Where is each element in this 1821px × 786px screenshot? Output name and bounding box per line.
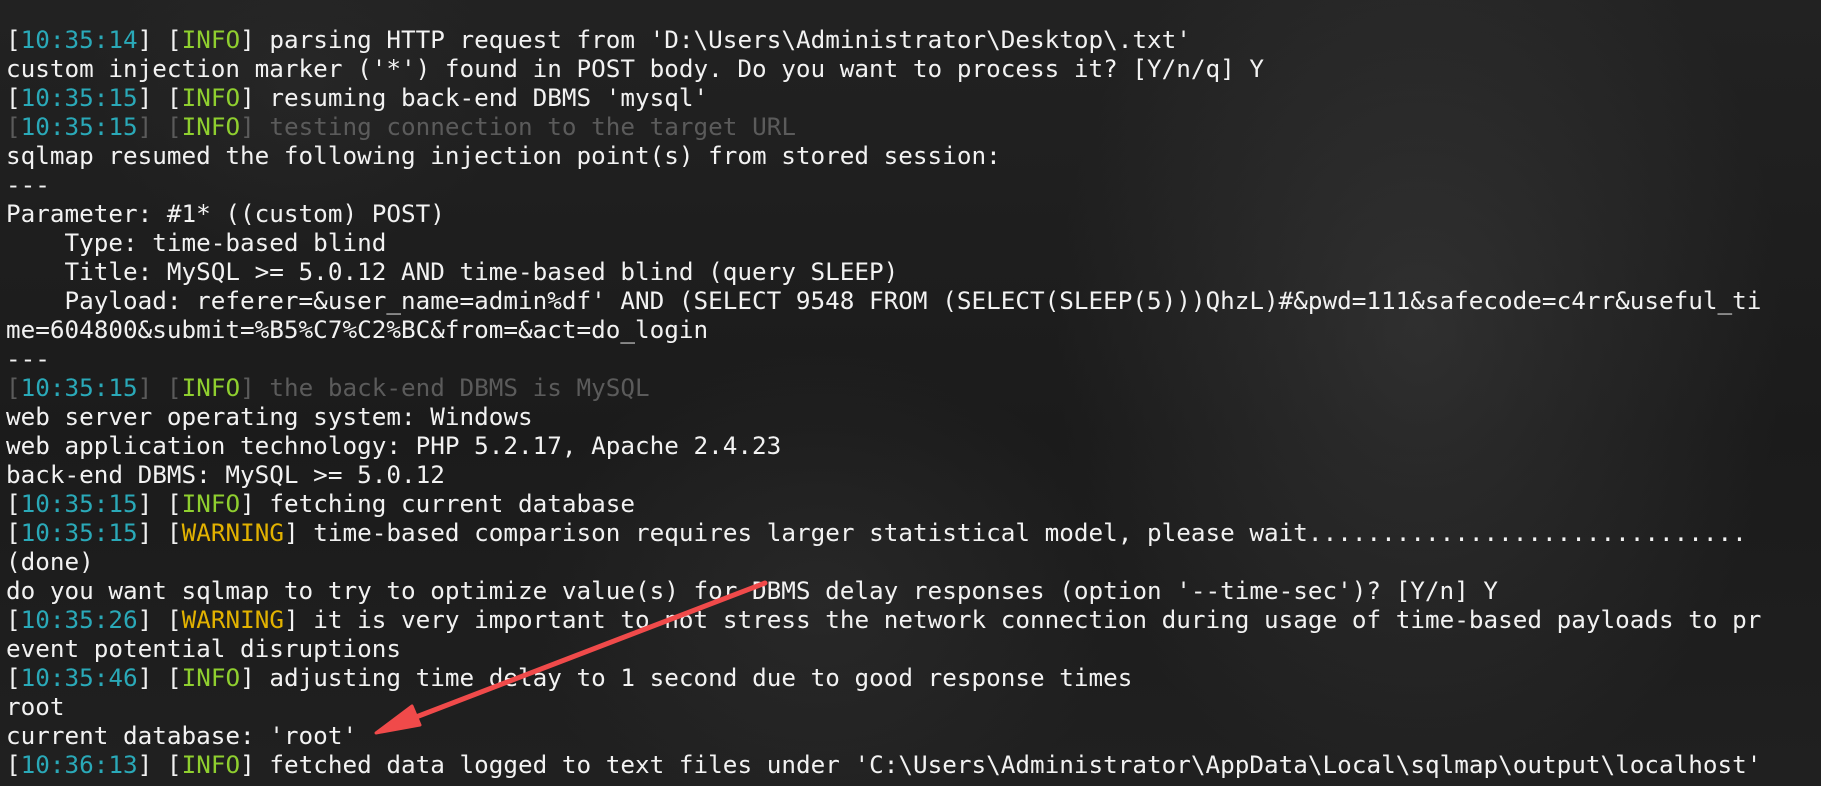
bracket: ] [: [137, 25, 182, 54]
output-text: Title: MySQL >= 5.0.12 AND time-based bl…: [6, 257, 899, 286]
output-text: event potential disruptions: [6, 634, 401, 663]
output-text: ---: [6, 344, 50, 373]
terminal-line: [10:35:15] [INFO] testing connection to …: [6, 112, 1761, 141]
output-text: sqlmap resumed the following injection p…: [6, 141, 1001, 170]
log-timestamp: 10:35:15: [20, 373, 138, 402]
bracket: [: [6, 373, 21, 402]
terminal-line: Title: MySQL >= 5.0.12 AND time-based bl…: [6, 257, 1761, 286]
terminal-line: Type: time-based blind: [6, 228, 1761, 257]
terminal-line: sqlmap resumed the following injection p…: [6, 141, 1761, 170]
log-message: the back-end DBMS is MySQL: [269, 373, 650, 402]
bracket: [: [6, 605, 21, 634]
terminal-line: web application technology: PHP 5.2.17, …: [6, 431, 1761, 460]
log-message: time-based comparison requires larger st…: [313, 518, 1747, 547]
terminal-line: [10:35:15] [INFO] resuming back-end DBMS…: [6, 83, 1761, 112]
log-message: adjusting time delay to 1 second due to …: [269, 663, 1133, 692]
bracket: [: [6, 489, 21, 518]
log-message: parsing HTTP request from 'D:\Users\Admi…: [269, 25, 1191, 54]
output-text: web server operating system: Windows: [6, 402, 533, 431]
bracket: [: [6, 83, 21, 112]
log-level-badge: INFO: [181, 373, 241, 402]
terminal-line: [10:35:14] [INFO] parsing HTTP request f…: [6, 25, 1761, 54]
bracket: ] [: [137, 518, 182, 547]
bracket: ] [: [137, 605, 182, 634]
terminal-line: (done): [6, 547, 1761, 576]
terminal-line: do you want sqlmap to try to optimize va…: [6, 576, 1761, 605]
log-level-badge: WARNING: [181, 518, 284, 547]
bracket: ]: [283, 518, 314, 547]
bracket: ] [: [137, 750, 182, 779]
log-message: it is very important to not stress the n…: [313, 605, 1762, 634]
bracket: ]: [240, 25, 270, 54]
log-level-badge: WARNING: [181, 605, 284, 634]
bracket: [: [6, 750, 21, 779]
log-message: fetched data logged to text files under …: [269, 750, 1762, 779]
log-timestamp: 10:35:15: [20, 489, 138, 518]
terminal-line: Payload: referer=&user_name=admin%df' AN…: [6, 286, 1762, 315]
log-message: testing connection to the target URL: [269, 112, 796, 141]
bracket: [: [6, 518, 21, 547]
bracket: ]: [240, 750, 270, 779]
output-text: back-end DBMS: MySQL >= 5.0.12: [6, 460, 445, 489]
log-timestamp: 10:35:26: [20, 605, 138, 634]
bracket: ]: [240, 489, 270, 518]
output-text: root: [6, 692, 65, 721]
log-level-badge: INFO: [181, 489, 241, 518]
bracket: [: [6, 25, 21, 54]
output-text: Type: time-based blind: [6, 228, 387, 257]
output-text: Parameter: #1* ((custom) POST): [6, 199, 445, 228]
terminal-line: custom injection marker ('*') found in P…: [6, 54, 1761, 83]
terminal-line: [10:36:13] [INFO] fetched data logged to…: [6, 750, 1761, 779]
bracket: ] [: [137, 373, 182, 402]
terminal-line: Parameter: #1* ((custom) POST): [6, 199, 1761, 228]
bracket: ] [: [137, 663, 182, 692]
terminal-line: ---: [6, 170, 1761, 199]
terminal-line: event potential disruptions: [6, 634, 1761, 663]
log-level-badge: INFO: [181, 750, 241, 779]
bracket: ] [: [137, 489, 182, 518]
terminal-output: [10:35:14] [INFO] parsing HTTP request f…: [6, 25, 1761, 779]
output-text: do you want sqlmap to try to optimize va…: [6, 576, 1499, 605]
bracket: [: [6, 663, 21, 692]
log-timestamp: 10:35:46: [20, 663, 138, 692]
terminal-line: ---: [6, 344, 1761, 373]
log-level-badge: INFO: [181, 25, 241, 54]
bracket: ] [: [137, 83, 182, 112]
bracket: ]: [240, 663, 270, 692]
output-text: me=604800&submit=%B5%C7%C2%BC&from=&act=…: [6, 315, 709, 344]
log-level-badge: INFO: [181, 112, 241, 141]
bracket: ]: [240, 83, 270, 112]
terminal-line: [10:35:15] [WARNING] time-based comparis…: [6, 518, 1761, 547]
terminal-line: root: [6, 692, 1761, 721]
bracket: ]: [240, 112, 270, 141]
log-timestamp: 10:36:13: [20, 750, 138, 779]
terminal-line: [10:35:46] [INFO] adjusting time delay t…: [6, 663, 1761, 692]
bracket: ]: [240, 373, 270, 402]
terminal-line: current database: 'root': [6, 721, 1761, 750]
terminal-line: back-end DBMS: MySQL >= 5.0.12: [6, 460, 1761, 489]
log-message: fetching current database: [269, 489, 636, 518]
log-timestamp: 10:35:15: [20, 518, 138, 547]
output-text: custom injection marker ('*') found in P…: [6, 54, 1265, 83]
output-text: web application technology: PHP 5.2.17, …: [6, 431, 782, 460]
terminal-line: [10:35:15] [INFO] the back-end DBMS is M…: [6, 373, 1761, 402]
output-text: current database: 'root': [6, 721, 358, 750]
bracket: ] [: [137, 112, 182, 141]
terminal-line: [10:35:15] [INFO] fetching current datab…: [6, 489, 1761, 518]
terminal-line: me=604800&submit=%B5%C7%C2%BC&from=&act=…: [6, 315, 1761, 344]
terminal-line: [10:35:26] [WARNING] it is very importan…: [6, 605, 1761, 634]
log-message: resuming back-end DBMS 'mysql': [269, 83, 709, 112]
terminal-line: web server operating system: Windows: [6, 402, 1761, 431]
log-level-badge: INFO: [181, 83, 241, 112]
output-text: (done): [6, 547, 94, 576]
log-timestamp: 10:35:15: [20, 112, 138, 141]
bracket: ]: [283, 605, 314, 634]
output-text: ---: [6, 170, 50, 199]
log-timestamp: 10:35:14: [20, 25, 138, 54]
log-timestamp: 10:35:15: [20, 83, 138, 112]
log-level-badge: INFO: [181, 663, 241, 692]
output-text: Payload: referer=&user_name=admin%df' AN…: [6, 286, 1762, 315]
terminal-window[interactable]: [10:35:14] [INFO] parsing HTTP request f…: [0, 0, 1821, 786]
bracket: [: [6, 112, 21, 141]
